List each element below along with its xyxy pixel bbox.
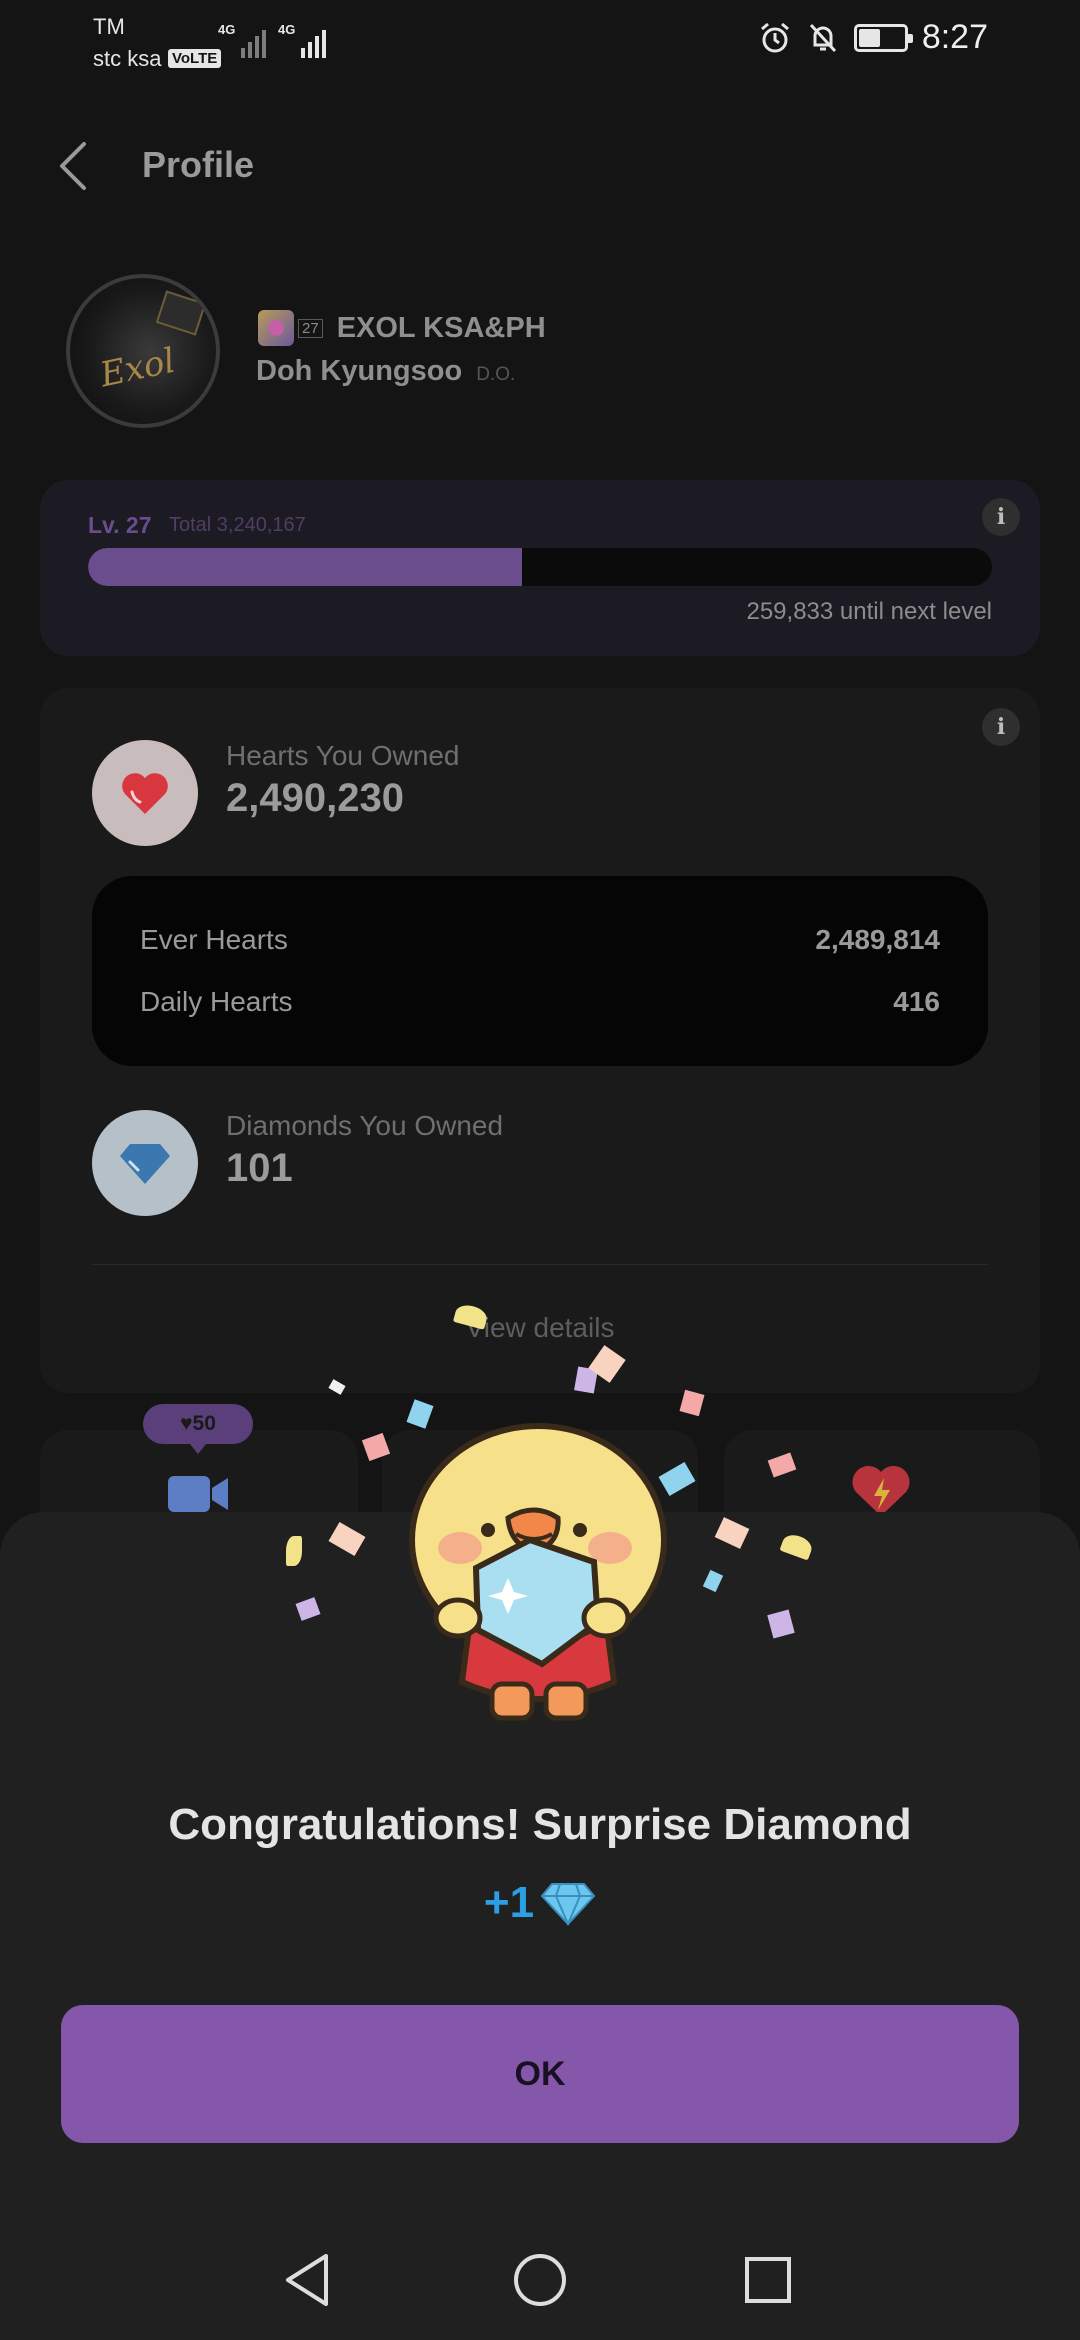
page-title: Profile (142, 144, 255, 185)
level-label: Lv. 27 (88, 512, 152, 538)
ever-hearts-row: Ever Hearts 2,489,814 (140, 924, 940, 956)
network-type-label: 4G (218, 22, 236, 37)
member-row: Doh Kyungsoo D.O. (256, 355, 515, 388)
ever-hearts-value: 2,489,814 (815, 924, 940, 955)
heart-price-badge: ♥50 (143, 1404, 253, 1454)
view-details-link[interactable]: View details (40, 1312, 1040, 1344)
signal-strength-icon: 4G (278, 22, 327, 58)
avatar: Exol (66, 274, 220, 428)
level-progress-fill (88, 548, 522, 586)
clock: 8:27 (921, 18, 988, 56)
heart-bolt-icon (852, 1465, 910, 1516)
bell-off-icon (809, 23, 836, 52)
hearts-owned-value: 2,490,230 (226, 776, 404, 820)
fanclub-name: EXOL KSA&PH (336, 311, 546, 344)
info-icon[interactable]: i (982, 708, 1020, 746)
info-icon[interactable]: i (982, 498, 1020, 536)
daily-hearts-value: 416 (893, 986, 940, 1017)
member-tag: D.O. (476, 364, 516, 385)
member-name: Doh Kyungsoo (256, 355, 463, 387)
hearts-owned-label: Hearts You Owned (226, 740, 460, 771)
video-camera-icon (168, 1476, 228, 1512)
level-total: Total 3,240,167 (169, 514, 306, 536)
status-right: 8:27 (758, 18, 988, 57)
owned-card: i Hearts You Owned 2,490,230 Ever Hearts… (40, 688, 1040, 1393)
reward-title: Congratulations! Surprise Diamond (168, 1800, 912, 1849)
reward-amount-row: +1 (0, 1878, 1080, 1928)
home-circle-icon[interactable] (508, 2248, 572, 2312)
carrier-top-label: TM (93, 14, 125, 39)
fanclub-badge-icon (258, 310, 294, 346)
daily-hearts-row: Daily Hearts 416 (140, 986, 940, 1018)
level-progress-bar (88, 548, 992, 586)
reward-amount: +1 (483, 1878, 535, 1927)
carrier-name: stc ksa (93, 46, 162, 71)
signal-strength-icon: 4G (218, 22, 267, 58)
diamonds-owned-label: Diamonds You Owned (226, 1110, 504, 1141)
network-type-label: 4G (278, 22, 296, 37)
ever-hearts-label: Ever Hearts (140, 924, 288, 955)
back-triangle-icon[interactable] (276, 2248, 340, 2312)
badge-level: 27 (298, 318, 323, 338)
ok-button[interactable]: OK (61, 2005, 1019, 2143)
app-header: Profile (0, 130, 1080, 200)
chevron-left-icon[interactable] (50, 138, 100, 194)
level-card: Lv. 27 Total 3,240,167 i 259,833 until n… (40, 480, 1040, 656)
battery-icon (853, 23, 913, 52)
diamond-icon (540, 1883, 596, 1926)
fanclub-row: 27 EXOL KSA&PH (258, 310, 546, 346)
heart-icon (92, 740, 198, 846)
system-nav-bar (0, 2220, 1080, 2340)
next-level-text: 259,833 until next level (746, 598, 992, 625)
status-bar: TM stc ksa VoLTE 4G 4G 8:27 (0, 0, 1080, 80)
diamonds-owned-value: 101 (226, 1146, 293, 1190)
recents-square-icon[interactable] (736, 2248, 800, 2312)
diamond-icon (92, 1110, 198, 1216)
duck-mascot-illustration (409, 1423, 667, 1721)
daily-hearts-label: Daily Hearts (140, 986, 293, 1017)
divider (92, 1264, 988, 1265)
hearts-breakdown: Ever Hearts 2,489,814 Daily Hearts 416 (92, 876, 988, 1066)
volte-badge: VoLTE (168, 49, 222, 68)
alarm-icon (760, 22, 789, 52)
